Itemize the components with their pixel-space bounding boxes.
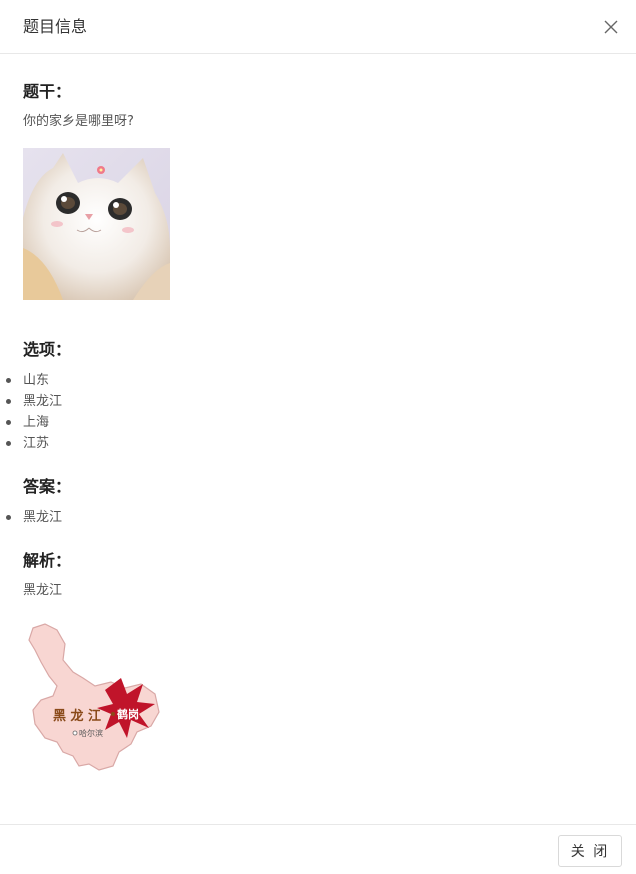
list-item: 黑龙江 bbox=[5, 391, 62, 412]
answer-list: 黑龙江 bbox=[5, 507, 62, 528]
list-item: 山东 bbox=[5, 370, 62, 391]
dialog-title: 题目信息 bbox=[23, 17, 88, 36]
map-badge-label: 鹤岗 bbox=[117, 707, 139, 721]
heilongjiang-map: 鹤岗 黑 龙 江 哈尔滨 bbox=[23, 620, 163, 780]
close-button[interactable]: 关 闭 bbox=[558, 835, 622, 867]
answer-heading: 答案： bbox=[23, 477, 72, 496]
list-item: 江苏 bbox=[5, 433, 62, 454]
options-list: 山东 黑龙江 上海 江苏 bbox=[5, 370, 62, 454]
question-info-dialog: 题目信息 题干： 你的家乡是哪里呀? 选项： 山东 黑龙江 上海 江苏 答案： … bbox=[0, 0, 636, 874]
list-item: 黑龙江 bbox=[5, 507, 62, 528]
stem-heading: 题干： bbox=[23, 82, 72, 101]
options-heading: 选项： bbox=[23, 340, 72, 359]
stem-question: 你的家乡是哪里呀? bbox=[23, 114, 134, 129]
dialog-footer: 关 闭 bbox=[0, 824, 636, 874]
dialog-header: 题目信息 bbox=[0, 0, 636, 54]
close-icon[interactable] bbox=[602, 18, 620, 36]
analysis-text: 黑龙江 bbox=[23, 583, 63, 598]
list-item: 上海 bbox=[5, 412, 62, 433]
map-city-label: 哈尔滨 bbox=[79, 728, 103, 738]
analysis-heading: 解析： bbox=[23, 551, 72, 570]
map-province-label: 黑 龙 江 bbox=[53, 708, 101, 724]
cat-photo bbox=[23, 148, 170, 300]
